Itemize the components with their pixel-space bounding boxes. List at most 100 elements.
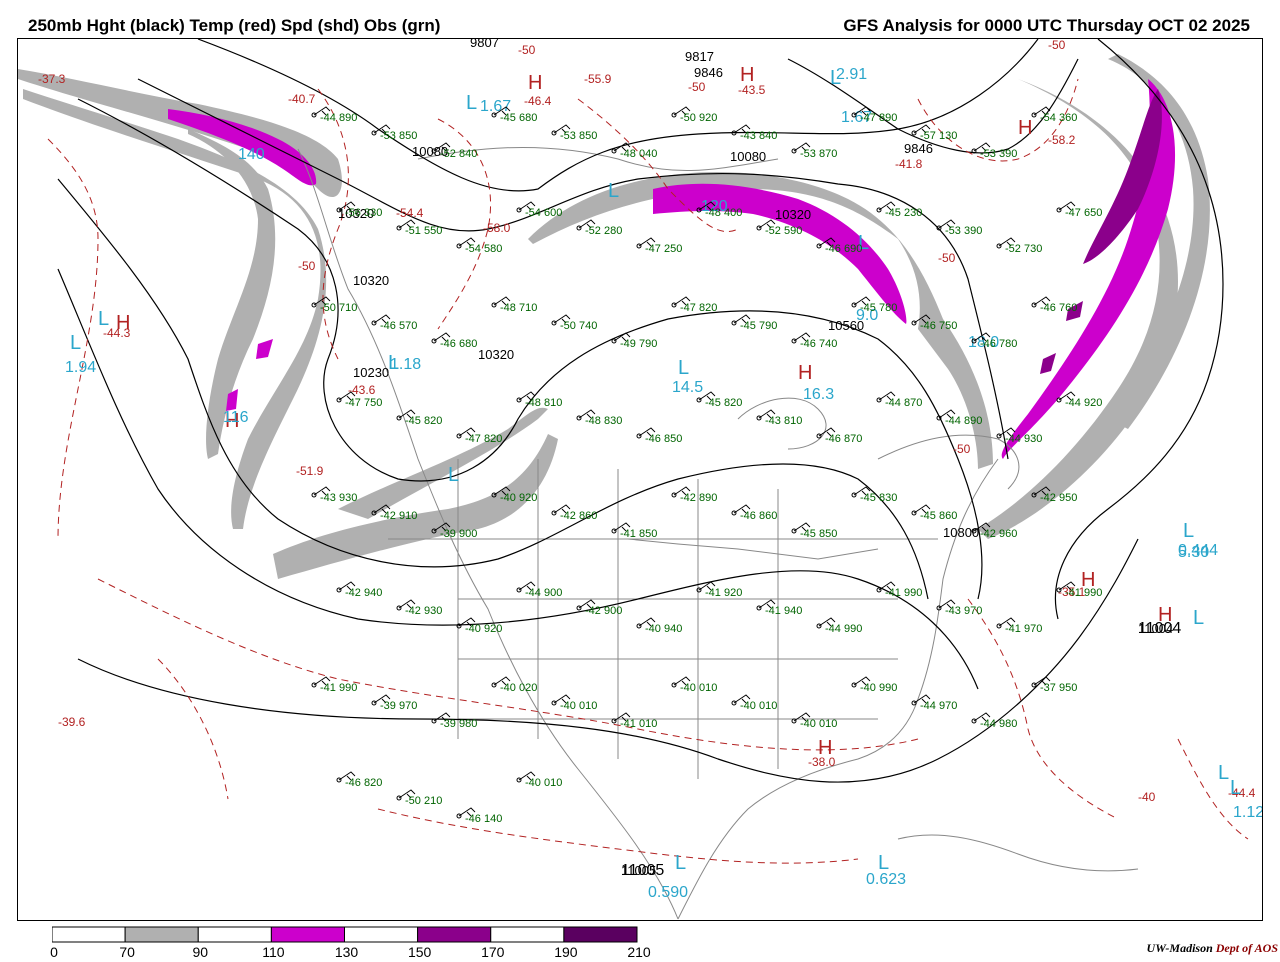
station-ob-text: -42 950 (1040, 492, 1077, 504)
station-ob-text: -44 890 (320, 112, 357, 124)
analysis-time: GFS Analysis for 0000 UTC Thursday OCT 0… (843, 16, 1250, 35)
station-ob: -48 040 (611, 142, 657, 160)
weather-map: 9807 9817 9846 10080 10080 10320 10320 10320 103… (17, 38, 1263, 921)
map-canvas: 98079817984610080 1008010320 1032010320103… (18, 39, 1262, 920)
station-ob-text: -45 790 (740, 320, 777, 332)
height-label: 9807 (470, 39, 499, 50)
station-ob: -40 920 (456, 617, 502, 635)
station-ob: -54 600 (516, 201, 562, 219)
station-ob: -51 550 (396, 219, 442, 237)
extrema-value: 1.18 (390, 356, 421, 373)
station-ob-text: -41 990 (320, 682, 357, 694)
station-ob: -53 850 (371, 124, 417, 142)
colorbar-label: 150 (407, 944, 432, 960)
station-ob: -40 010 (551, 694, 597, 712)
low-marker: L (678, 357, 689, 379)
station-ob-text: -50 740 (560, 320, 597, 332)
colorbar-labels: 0 70 90 110 130 150 170 190 210 (0, 944, 700, 962)
high-marker: H (528, 72, 542, 94)
station-ob-text: -46 760 (1040, 302, 1077, 314)
colorbar-label: 170 (481, 944, 505, 960)
extrema-value: 11004 (1138, 620, 1181, 637)
station-ob-text: -46 750 (920, 320, 957, 332)
station-ob: -40 010 (671, 676, 717, 694)
station-ob-text: -53 390 (945, 225, 982, 237)
station-ob-text: -42 940 (345, 587, 382, 599)
temp-label: -50 (298, 259, 316, 273)
station-ob: -50 920 (671, 106, 717, 124)
extrema-value: 11005 (621, 862, 664, 879)
station-ob: -43 810 (756, 409, 802, 427)
station-ob-text: -46 820 (345, 777, 382, 789)
station-ob-text: -46 140 (465, 813, 502, 825)
station-ob-text: -40 940 (645, 623, 682, 635)
colorbar-label: 210 (627, 944, 651, 960)
map-title: 250mb Hght (black) Temp (red) Spd (shd) … (28, 16, 441, 35)
station-ob-text: -52 280 (585, 225, 622, 237)
station-ob-text: -44 990 (825, 623, 862, 635)
station-ob-text: -48 830 (585, 415, 622, 427)
station-ob-text: -45 680 (500, 112, 537, 124)
colorbar-label: 70 (119, 944, 135, 960)
station-ob: -45 230 (876, 201, 922, 219)
station-ob-text: -43 840 (740, 130, 777, 142)
station-ob-text: -45 830 (860, 492, 897, 504)
station-ob: -45 820 (696, 391, 742, 409)
station-ob: -46 860 (731, 504, 777, 522)
station-ob-text: -42 860 (560, 510, 597, 522)
extrema-value: 0.623 (866, 871, 906, 888)
station-ob: -42 930 (396, 599, 442, 617)
station-ob-text: -49 790 (620, 338, 657, 350)
station-ob-text: -41 010 (620, 718, 657, 730)
station-ob: -49 790 (611, 332, 657, 350)
extrema-value: 0.444 (1178, 542, 1218, 559)
temp-label: -37.3 (38, 72, 66, 86)
station-ob-text: -39 980 (440, 718, 477, 730)
temp-label: -39.6 (58, 715, 86, 729)
height-label: 9846 (694, 65, 723, 80)
speed-colorbar (52, 926, 638, 943)
station-ob: -43 970 (936, 599, 982, 617)
station-ob-text: -47 890 (860, 112, 897, 124)
station-ob-text: -47 250 (645, 243, 682, 255)
station-ob-text: -45 780 (860, 302, 897, 314)
station-ob: -41 940 (756, 599, 802, 617)
station-ob-text: -54 600 (525, 207, 562, 219)
colorbar-label: 90 (192, 944, 209, 960)
station-ob-text: -39 970 (380, 700, 417, 712)
station-ob-text: -47 650 (1065, 207, 1102, 219)
station-ob-text: -46 780 (980, 338, 1017, 350)
extrema-value: 1.94 (65, 359, 96, 376)
station-ob-text: -43 930 (320, 492, 357, 504)
extrema-value: 116 (223, 409, 249, 426)
station-ob: -40 990 (851, 676, 897, 694)
station-ob: -42 860 (551, 504, 597, 522)
temp-label: -51.9 (296, 464, 324, 478)
station-ob-text: -50 920 (680, 112, 717, 124)
station-ob: -44 920 (1056, 391, 1102, 409)
station-ob-text: -48 710 (500, 302, 537, 314)
station-ob-text: -40 010 (740, 700, 777, 712)
colorbar-swatch (490, 926, 565, 943)
temp-label: -54.4 (396, 206, 424, 220)
station-ob: -48 810 (516, 391, 562, 409)
station-ob-text: -44 970 (920, 700, 957, 712)
low-marker: L (608, 180, 619, 202)
station-ob-text: -45 860 (920, 510, 957, 522)
high-marker: H (740, 64, 754, 86)
station-ob-text: -44 900 (525, 587, 562, 599)
station-ob-text: -56 330 (345, 207, 382, 219)
station-ob: -41 990 (311, 676, 357, 694)
station-ob: -39 980 (431, 712, 477, 730)
credit-org: UW-Madison (1146, 941, 1213, 955)
temp-label: -40.7 (288, 92, 316, 106)
station-ob: -50 740 (551, 314, 597, 332)
high-marker: H (798, 362, 812, 384)
station-ob-text: -45 850 (800, 528, 837, 540)
station-ob-text: -44 980 (980, 718, 1017, 730)
high-marker: H (116, 312, 130, 334)
temp-label: -50 (1048, 39, 1066, 52)
temp-label: -46.4 (524, 94, 552, 108)
station-ob-text: -42 910 (380, 510, 417, 522)
station-ob: -40 020 (491, 676, 537, 694)
